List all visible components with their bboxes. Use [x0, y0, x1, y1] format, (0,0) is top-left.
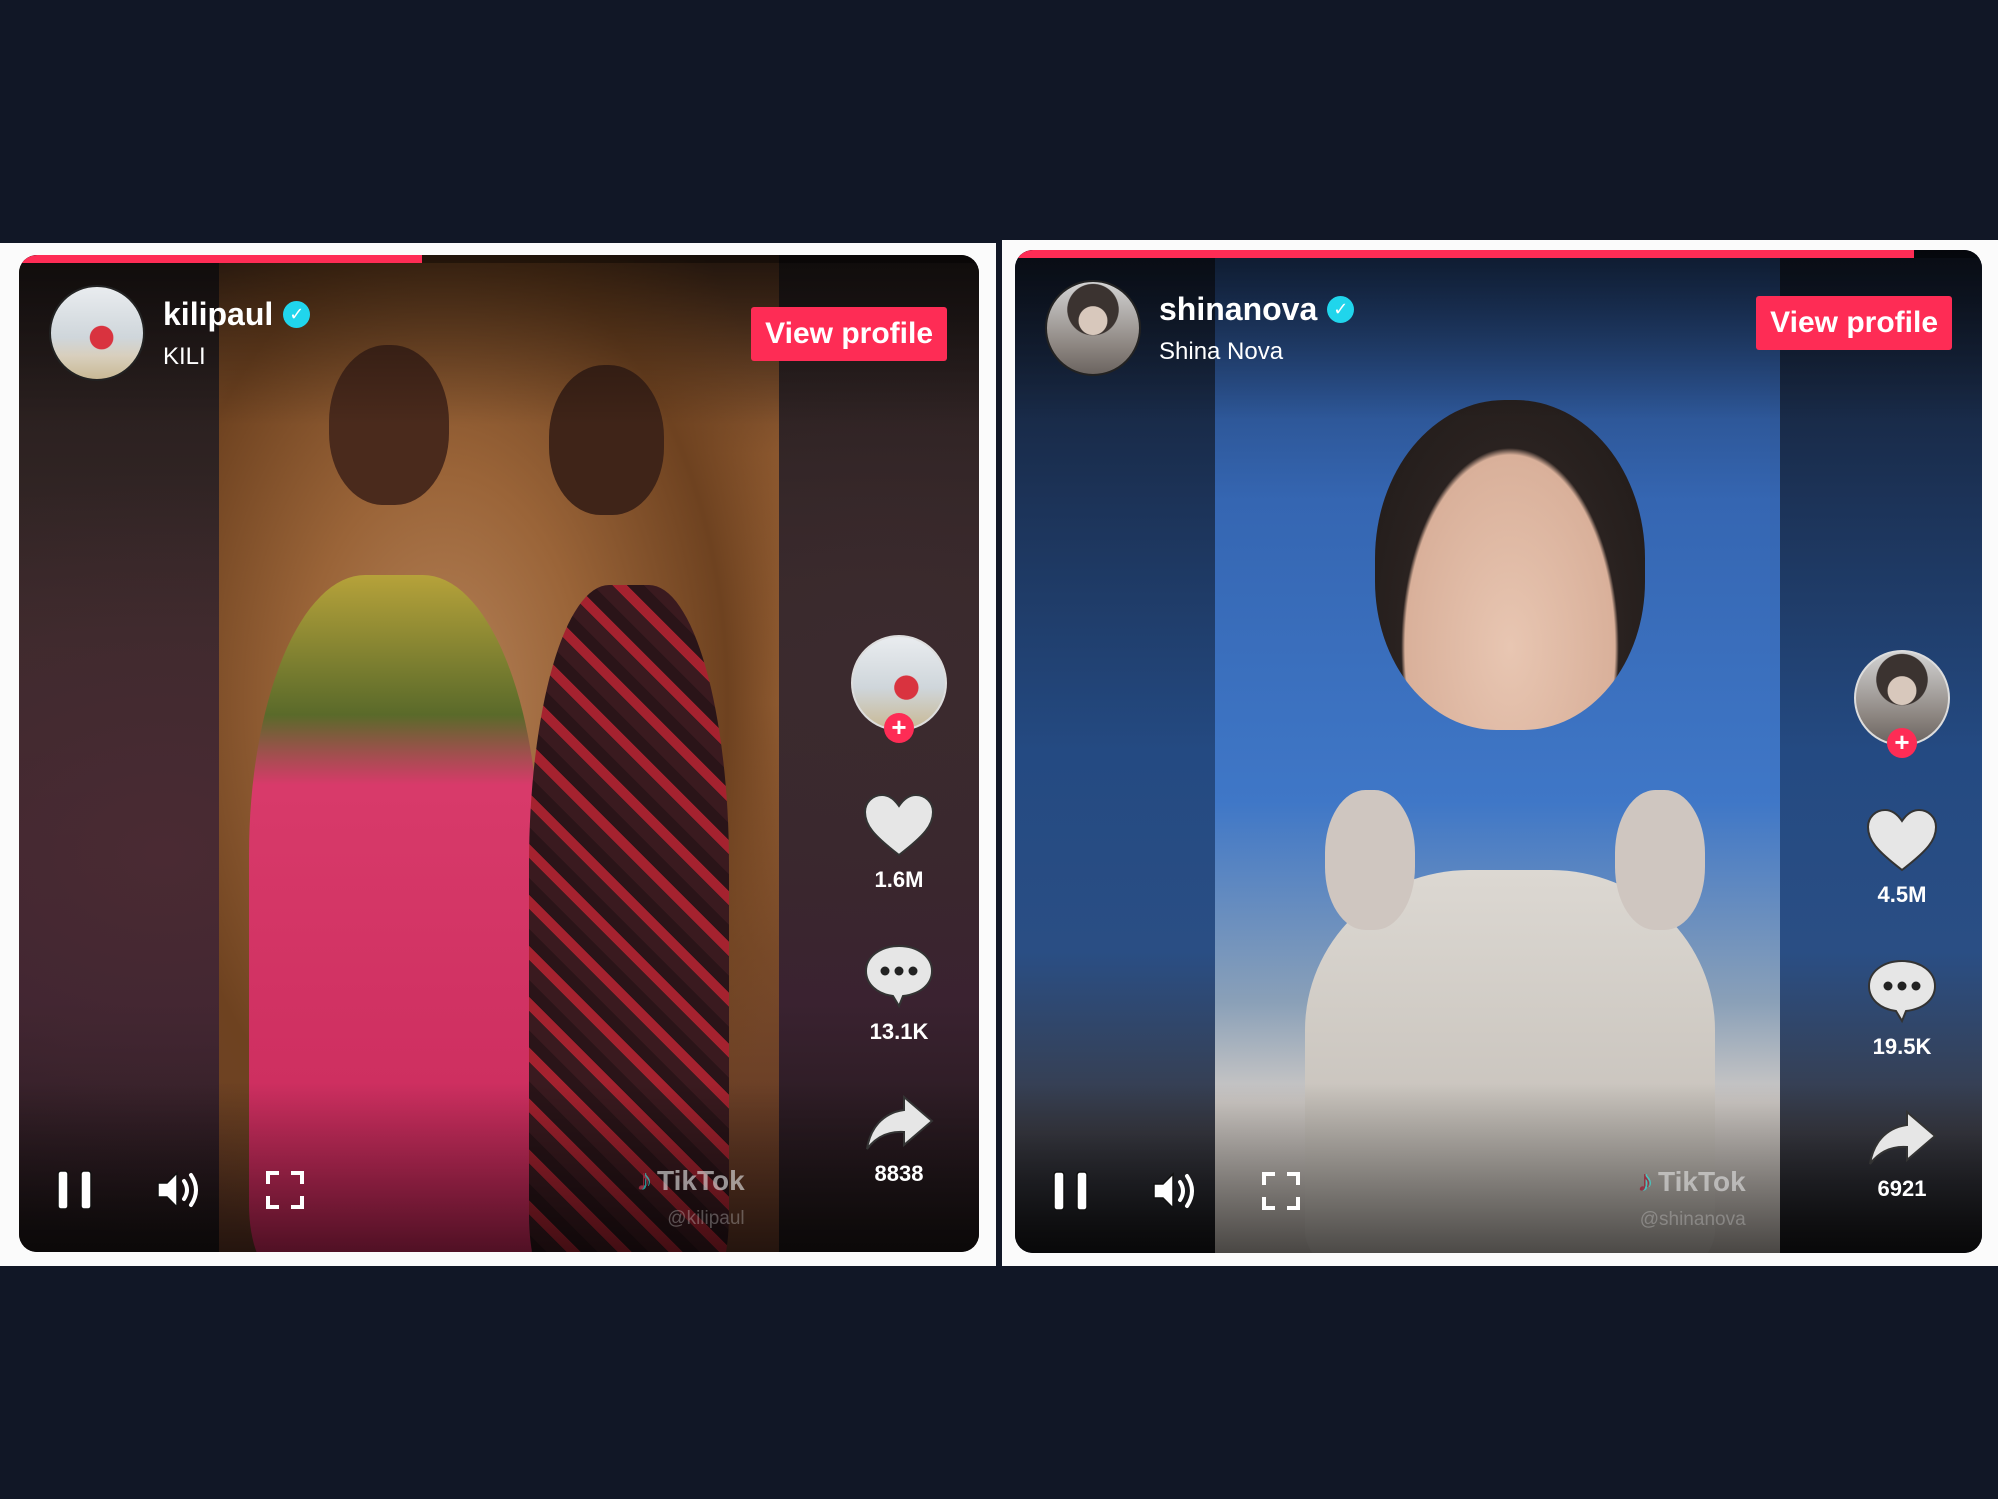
- comment-icon: [1867, 959, 1937, 1024]
- username[interactable]: shinanova: [1159, 291, 1317, 328]
- watermark-handle: @kilipaul: [667, 1208, 745, 1229]
- comment-button[interactable]: 19.5K: [1866, 958, 1938, 1060]
- verified-check-icon: ✓: [283, 300, 311, 328]
- comment-button[interactable]: 13.1K: [863, 943, 935, 1045]
- display-name: Shina Nova: [1159, 337, 1284, 365]
- view-profile-button[interactable]: View profile: [1756, 296, 1952, 350]
- comment-count: 19.5K: [1872, 1034, 1932, 1059]
- player-controls: [55, 1169, 365, 1214]
- volume-button[interactable]: [1151, 1170, 1201, 1215]
- watermark-brand: TikTok: [657, 1165, 745, 1196]
- display-name: KILI: [163, 342, 206, 370]
- share-icon: [1869, 1110, 1937, 1165]
- share-icon: [866, 1095, 934, 1150]
- avatar[interactable]: [1045, 280, 1141, 376]
- share-button[interactable]: 6921: [1867, 1110, 1937, 1202]
- side-avatar[interactable]: +: [1854, 650, 1950, 758]
- progress-bar[interactable]: [19, 255, 979, 263]
- comment-icon: [864, 944, 934, 1009]
- heart-icon: [1866, 808, 1938, 872]
- person-figure: [1305, 400, 1715, 1253]
- tiktok-watermark: ♪ TikTok @kilipaul: [636, 1164, 745, 1230]
- avatar[interactable]: [49, 285, 145, 381]
- fullscreen-button[interactable]: [1261, 1171, 1301, 1214]
- creator-header: shinanova ✓ Shina Nova: [1045, 280, 1355, 376]
- fullscreen-button[interactable]: [265, 1170, 305, 1213]
- watermark-brand: TikTok: [1658, 1166, 1746, 1197]
- person-figure: [249, 345, 539, 1252]
- volume-icon: [1153, 1172, 1194, 1210]
- username[interactable]: kilipaul: [163, 296, 273, 333]
- watermark-handle: @shinanova: [1639, 1209, 1746, 1230]
- progress-fill: [19, 255, 423, 263]
- person-figure: [529, 365, 729, 1252]
- pause-icon: [57, 1170, 92, 1210]
- share-button[interactable]: 8838: [864, 1095, 934, 1187]
- share-count: 8838: [874, 1161, 924, 1186]
- like-count: 1.6M: [874, 867, 924, 892]
- tiktok-logo-icon: ♪: [636, 1164, 651, 1197]
- side-avatar[interactable]: +: [851, 635, 947, 743]
- video-player[interactable]: shinanova ✓ Shina Nova View profile + 4.…: [1015, 250, 1982, 1253]
- pause-icon: [1053, 1171, 1088, 1211]
- like-button[interactable]: 4.5M: [1866, 808, 1938, 908]
- tiktok-watermark: ♪ TikTok @shinanova: [1637, 1165, 1746, 1231]
- verified-check-icon: ✓: [1327, 295, 1355, 323]
- tiktok-logo-icon: ♪: [1637, 1165, 1652, 1198]
- view-profile-button[interactable]: View profile: [751, 307, 947, 361]
- progress-fill: [1015, 250, 1915, 258]
- action-sidebar: + 4.5M 19.5K 6921: [1852, 650, 1952, 1202]
- fullscreen-icon: [1262, 1172, 1300, 1210]
- video-player[interactable]: kilipaul ✓ KILI View profile + 1.6M 13.1…: [19, 255, 979, 1252]
- player-controls: [1051, 1170, 1361, 1215]
- pause-button[interactable]: [1051, 1170, 1091, 1215]
- share-count: 6921: [1877, 1176, 1927, 1201]
- creator-header: kilipaul ✓ KILI: [49, 285, 311, 381]
- progress-bar[interactable]: [1015, 250, 1982, 258]
- heart-icon: [863, 793, 935, 857]
- pause-button[interactable]: [55, 1169, 95, 1214]
- action-sidebar: + 1.6M 13.1K 8838: [849, 635, 949, 1187]
- video-panel-kilipaul: kilipaul ✓ KILI View profile + 1.6M 13.1…: [0, 243, 996, 1266]
- like-count: 4.5M: [1877, 882, 1927, 907]
- follow-plus-icon[interactable]: +: [884, 713, 914, 743]
- follow-plus-icon[interactable]: +: [1887, 728, 1917, 758]
- fullscreen-icon: [266, 1171, 304, 1209]
- video-panel-shinanova: shinanova ✓ Shina Nova View profile + 4.…: [1002, 240, 1998, 1266]
- volume-button[interactable]: [155, 1169, 205, 1214]
- like-button[interactable]: 1.6M: [863, 793, 935, 893]
- comment-count: 13.1K: [869, 1019, 929, 1044]
- volume-icon: [157, 1171, 198, 1209]
